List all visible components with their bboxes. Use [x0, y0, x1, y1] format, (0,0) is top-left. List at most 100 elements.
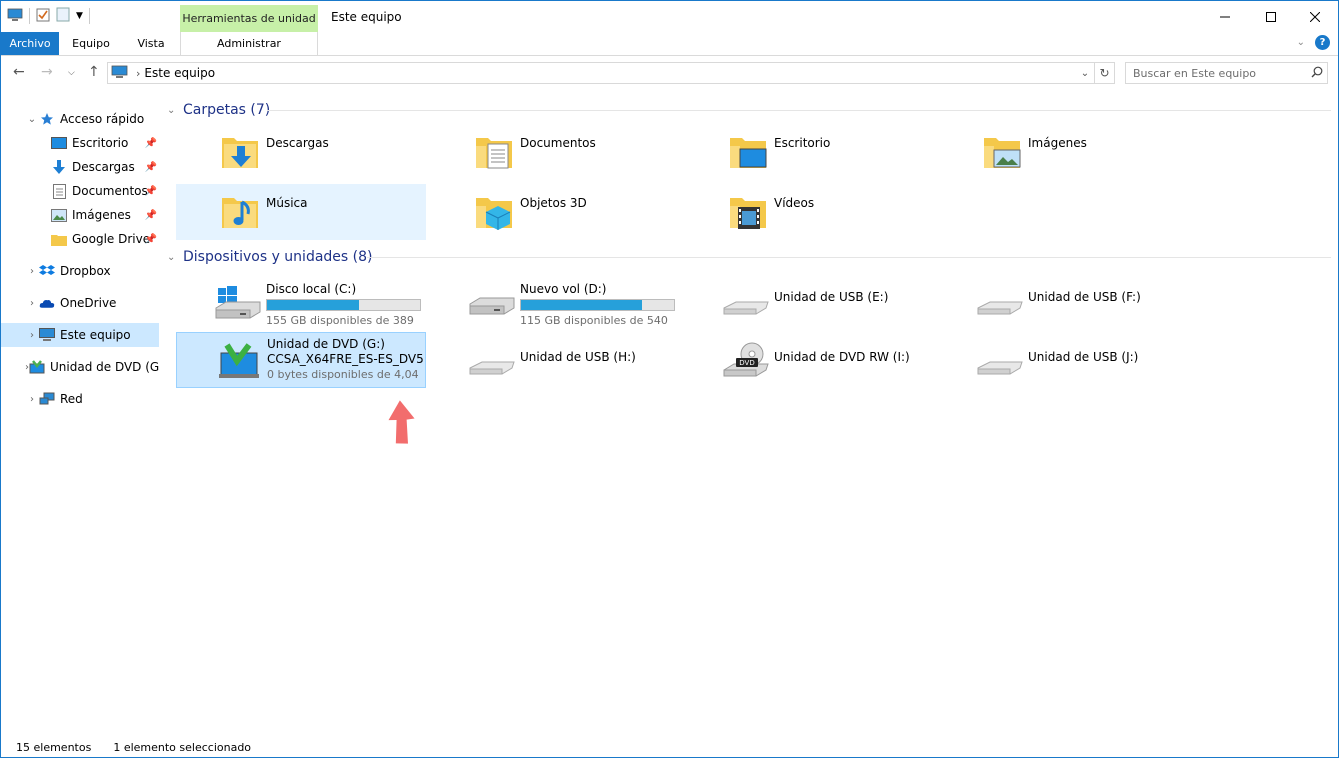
new-folder-icon[interactable] — [56, 7, 70, 25]
drive-tile-i[interactable]: DVD Unidad de DVD RW (I:) — [684, 332, 934, 388]
content-pane: ⌄ Carpetas (7) Descargas Documentos Escr… — [163, 89, 1333, 729]
videos-folder-icon — [730, 198, 766, 229]
drive-name: Unidad de DVD (G:) — [267, 337, 385, 351]
group-header-carpetas[interactable]: ⌄ Carpetas (7) — [167, 100, 1333, 120]
chevron-right-icon[interactable]: › — [25, 394, 39, 405]
folder-tile-videos[interactable]: Vídeos — [684, 184, 934, 240]
desktop-icon — [51, 135, 67, 151]
address-bar[interactable]: › Este equipo ⌄ ↻ — [107, 62, 1115, 84]
sidebar-item-label: OneDrive — [60, 296, 117, 310]
drive-name: Nuevo vol (D:) — [520, 282, 607, 296]
sidebar-item-label: Red — [60, 392, 83, 406]
tab-administrar[interactable]: Administrar — [180, 32, 318, 55]
breadcrumb[interactable]: Este equipo — [144, 66, 215, 80]
sidebar-item-label: Imágenes — [72, 208, 131, 222]
drive-tile-e[interactable]: Unidad de USB (E:) — [684, 272, 934, 328]
drive-tile-f[interactable]: Unidad de USB (F:) — [938, 272, 1188, 328]
chevron-right-icon[interactable]: › — [25, 266, 39, 277]
chevron-down-icon[interactable]: ⌄ — [1076, 68, 1094, 79]
folder-name: Imágenes — [1028, 136, 1087, 150]
drive-free-space: 0 bytes disponibles de 4,04 — [267, 368, 419, 381]
recent-locations-icon[interactable]: ⌵ — [68, 68, 75, 78]
drive-name: Disco local (C:) — [266, 282, 357, 296]
minimize-button[interactable] — [1202, 1, 1248, 32]
sidebar-item-documentos[interactable]: Documentos 📌 — [51, 179, 159, 203]
sidebar-item-label: Google Drive — [72, 232, 151, 246]
sidebar-item-dropbox[interactable]: › Dropbox — [25, 259, 159, 283]
3d-objects-folder-icon — [476, 198, 512, 230]
folder-tile-escritorio[interactable]: Escritorio — [684, 124, 934, 180]
tab-vista[interactable]: Vista — [125, 32, 177, 55]
dropbox-icon — [39, 263, 55, 279]
documents-folder-icon — [476, 138, 512, 169]
sidebar-item-imagenes[interactable]: Imágenes 📌 — [51, 203, 159, 227]
drive-free-space: 115 GB disponibles de 540 — [520, 314, 668, 327]
documents-icon — [51, 183, 67, 199]
usb-drive-icon — [469, 361, 515, 375]
sidebar-item-acceso-rapido[interactable]: ⌄ Acceso rápido — [25, 107, 159, 131]
dvd-icon — [29, 359, 45, 375]
folder-tile-descargas[interactable]: Descargas — [176, 124, 426, 180]
annotation-arrow-icon — [388, 400, 415, 444]
sidebar-item-label: Este equipo — [60, 328, 131, 342]
selection-count: 1 elemento seleccionado — [113, 740, 252, 754]
folder-name: Escritorio — [774, 136, 831, 150]
drive-tile-j[interactable]: Unidad de USB (J:) — [938, 332, 1188, 388]
divider — [267, 110, 1331, 111]
group-header-dispositivos[interactable]: ⌄ Dispositivos y unidades (8) — [167, 247, 1333, 267]
maximize-button[interactable] — [1248, 1, 1294, 32]
sidebar-item-google-drive[interactable]: Google Drive 📌 — [51, 227, 159, 251]
pin-icon: 📌 — [144, 137, 157, 149]
folder-icon — [51, 231, 67, 247]
search-input[interactable] — [1133, 66, 1303, 80]
sidebar-item-escritorio[interactable]: Escritorio 📌 — [51, 131, 159, 155]
drive-tile-d[interactable]: Nuevo vol (D:) 115 GB disponibles de 540 — [430, 272, 680, 328]
refresh-icon[interactable]: ↻ — [1094, 63, 1114, 83]
expand-ribbon-icon[interactable]: ⌄ — [1297, 37, 1305, 48]
context-tab-drive-tools: Herramientas de unidad — [180, 5, 318, 32]
drive-usage-fill — [267, 300, 359, 310]
tab-equipo[interactable]: Equipo — [63, 32, 119, 55]
quick-access-toolbar: ▼ — [7, 7, 90, 25]
computer-icon — [111, 65, 128, 82]
chevron-down-icon[interactable]: ⌄ — [167, 105, 181, 116]
download-icon — [51, 159, 67, 175]
sidebar-item-onedrive[interactable]: › OneDrive — [25, 291, 159, 315]
group-title: Carpetas (7) — [183, 102, 271, 118]
pin-icon: 📌 — [144, 161, 157, 173]
customize-toolbar-icon[interactable]: ▼ — [76, 11, 83, 21]
tab-archivo[interactable]: Archivo — [1, 32, 59, 55]
folder-tile-imagenes[interactable]: Imágenes — [938, 124, 1188, 180]
title-bar: ▼ Herramientas de unidad Este equipo — [1, 1, 1338, 32]
chevron-right-icon[interactable]: › — [25, 298, 39, 309]
drive-tile-g[interactable]: Unidad de DVD (G:) CCSA_X64FRE_ES-ES_DV5… — [176, 332, 426, 388]
up-button[interactable]: ↑ — [88, 64, 100, 80]
sidebar-item-este-equipo[interactable]: › Este equipo — [1, 323, 159, 347]
help-icon[interactable]: ? — [1315, 35, 1330, 50]
pin-icon: 📌 — [144, 233, 157, 245]
usb-drive-icon — [977, 361, 1023, 375]
search-icon[interactable] — [1311, 66, 1323, 81]
breadcrumb-separator-icon[interactable]: › — [136, 67, 140, 80]
drive-tile-c[interactable]: Disco local (C:) 155 GB disponibles de 3… — [176, 272, 426, 328]
drive-tile-h[interactable]: Unidad de USB (H:) — [430, 332, 680, 388]
ribbon-tabs: Archivo Equipo Vista Administrar ⌄ ? — [1, 32, 1338, 56]
sidebar-item-red[interactable]: › Red — [25, 387, 159, 411]
sidebar-item-unidad-dvd[interactable]: › Unidad de DVD (G: — [25, 355, 159, 379]
pictures-folder-icon — [984, 138, 1021, 168]
status-bar: 15 elementos 1 elemento seleccionado — [1, 736, 1338, 758]
folder-tile-objetos-3d[interactable]: Objetos 3D — [430, 184, 680, 240]
desktop-folder-icon — [730, 138, 767, 168]
sidebar-item-descargas[interactable]: Descargas 📌 — [51, 155, 159, 179]
folder-tile-musica[interactable]: Música — [176, 184, 426, 240]
chevron-down-icon[interactable]: ⌄ — [25, 114, 39, 125]
back-button[interactable]: ← — [13, 64, 25, 80]
forward-button[interactable]: → — [41, 64, 53, 80]
close-button[interactable] — [1292, 1, 1338, 32]
computer-icon — [7, 8, 23, 25]
chevron-right-icon[interactable]: › — [25, 330, 39, 341]
properties-icon[interactable] — [36, 7, 50, 25]
sidebar-item-label: Dropbox — [60, 264, 111, 278]
chevron-down-icon[interactable]: ⌄ — [167, 252, 181, 263]
folder-tile-documentos[interactable]: Documentos — [430, 124, 680, 180]
